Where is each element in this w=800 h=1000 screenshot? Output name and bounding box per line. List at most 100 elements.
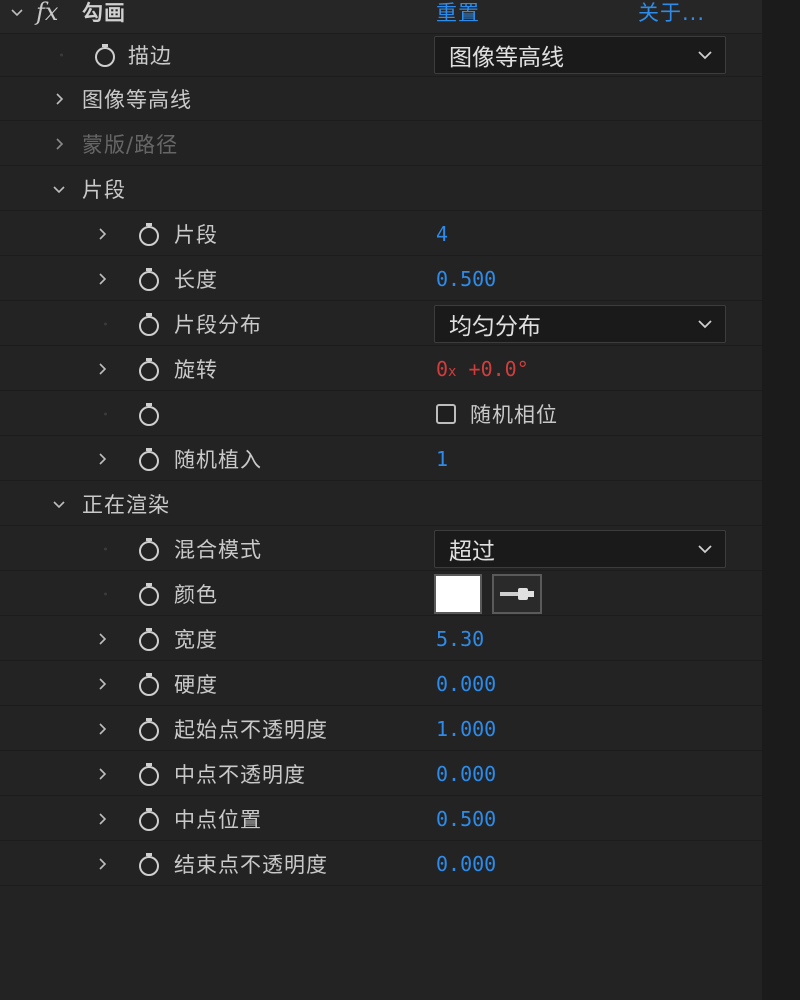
group-row-mask-path[interactable]: 蒙版/路径 <box>0 122 762 166</box>
chevron-right-icon[interactable] <box>95 452 109 466</box>
stroke-dropdown-value: 图像等高线 <box>449 44 564 71</box>
property-label: 硬度 <box>174 672 218 697</box>
group-row-image-contour[interactable]: 图像等高线 <box>0 77 762 121</box>
property-label: 宽度 <box>174 627 218 652</box>
property-value[interactable]: 5.30 <box>436 627 484 651</box>
chevron-right-icon[interactable] <box>95 722 109 736</box>
property-row-segments: 片段 4 <box>0 212 762 256</box>
group-row-segments[interactable]: 片段 <box>0 167 762 211</box>
property-row-random-seed: 随机植入 1 <box>0 437 762 481</box>
chevron-down-icon <box>697 50 713 60</box>
stopwatch-icon[interactable] <box>136 625 162 653</box>
fx-icon[interactable]: fx <box>36 0 58 26</box>
property-value[interactable]: 0.500 <box>436 267 496 291</box>
property-row-mid-opacity: 中点不透明度 0.000 <box>0 752 762 796</box>
property-row-mid-position: 中点位置 0.500 <box>0 797 762 841</box>
stopwatch-icon[interactable] <box>136 670 162 698</box>
property-label: 片段分布 <box>174 312 262 337</box>
rotation-value[interactable]: 0x +0.0° <box>436 357 529 381</box>
property-label: 结束点不透明度 <box>174 852 328 877</box>
chevron-right-icon[interactable] <box>95 632 109 646</box>
chevron-down-icon[interactable] <box>10 5 24 19</box>
stroke-label: 描边 <box>128 43 172 68</box>
property-row-blend-mode: 混合模式 超过 <box>0 527 762 571</box>
distribution-dropdown-value: 均匀分布 <box>449 313 541 340</box>
eyedropper-icon[interactable] <box>492 573 542 614</box>
stopwatch-icon[interactable] <box>136 220 162 248</box>
property-value[interactable]: 0.500 <box>436 807 496 831</box>
property-row-distribution: 片段分布 均匀分布 <box>0 302 762 346</box>
stopwatch-icon[interactable] <box>92 41 118 69</box>
group-label: 蒙版/路径 <box>82 132 179 157</box>
stopwatch-icon[interactable] <box>136 760 162 788</box>
property-label: 长度 <box>174 267 218 292</box>
group-label: 图像等高线 <box>82 87 192 112</box>
chevron-right-icon[interactable] <box>52 137 66 151</box>
stopwatch-icon[interactable] <box>136 715 162 743</box>
chevron-down-icon[interactable] <box>52 497 66 511</box>
effect-controls-panel: fx 勾画 重置 关于... 描边 图像等高线 图像等高线 蒙版/路径 片段 片… <box>0 0 762 1000</box>
property-label: 中点不透明度 <box>174 762 306 787</box>
property-label: 片段 <box>174 222 218 247</box>
property-value[interactable]: 0.000 <box>436 852 496 876</box>
random-phase-label[interactable]: 随机相位 <box>470 399 558 429</box>
property-label: 颜色 <box>174 582 218 607</box>
stopwatch-icon[interactable] <box>136 535 162 563</box>
effect-header-row[interactable]: fx 勾画 重置 关于... <box>0 0 762 34</box>
property-row-start-opacity: 起始点不透明度 1.000 <box>0 707 762 751</box>
chevron-down-icon[interactable] <box>52 182 66 196</box>
property-value[interactable]: 4 <box>436 222 448 246</box>
chevron-right-icon[interactable] <box>95 272 109 286</box>
chevron-down-icon <box>697 544 713 554</box>
stopwatch-icon[interactable] <box>136 580 162 608</box>
blend-mode-dropdown-value: 超过 <box>449 538 495 565</box>
property-value[interactable]: 1.000 <box>436 717 496 741</box>
chevron-right-icon[interactable] <box>95 812 109 826</box>
chevron-right-icon[interactable] <box>95 767 109 781</box>
property-value[interactable]: 0.000 <box>436 762 496 786</box>
stopwatch-icon[interactable] <box>136 265 162 293</box>
property-row-color: 颜色 <box>0 572 762 616</box>
blend-mode-dropdown[interactable]: 超过 <box>434 529 726 568</box>
stroke-dropdown[interactable]: 图像等高线 <box>434 35 726 74</box>
distribution-dropdown[interactable]: 均匀分布 <box>434 304 726 343</box>
group-label: 片段 <box>82 177 126 202</box>
property-row-hardness: 硬度 0.000 <box>0 662 762 706</box>
chevron-right-icon[interactable] <box>95 362 109 376</box>
property-row-width: 宽度 5.30 <box>0 617 762 661</box>
property-label: 中点位置 <box>174 807 262 832</box>
chevron-right-icon[interactable] <box>95 857 109 871</box>
property-row-random-phase: 随机相位 <box>0 392 762 436</box>
property-value[interactable]: 0.000 <box>436 672 496 696</box>
stopwatch-icon[interactable] <box>136 400 162 428</box>
panel-gutter <box>762 0 800 1000</box>
property-row-rotation: 旋转 0x +0.0° <box>0 347 762 391</box>
stopwatch-icon[interactable] <box>136 310 162 338</box>
rotation-x: x <box>448 363 457 380</box>
group-label: 正在渲染 <box>82 492 170 517</box>
reset-link[interactable]: 重置 <box>436 0 480 27</box>
chevron-right-icon[interactable] <box>52 92 66 106</box>
property-row-length: 长度 0.500 <box>0 257 762 301</box>
stopwatch-icon[interactable] <box>136 805 162 833</box>
stopwatch-icon[interactable] <box>136 355 162 383</box>
chevron-down-icon <box>697 319 713 329</box>
chevron-right-icon[interactable] <box>95 227 109 241</box>
property-label: 起始点不透明度 <box>174 717 328 742</box>
random-phase-checkbox[interactable] <box>436 403 456 424</box>
rotation-turns[interactable]: 0 <box>436 357 448 381</box>
chevron-right-icon[interactable] <box>95 677 109 691</box>
property-label: 随机植入 <box>174 447 262 472</box>
effect-name: 勾画 <box>82 0 126 25</box>
about-link[interactable]: 关于... <box>638 0 705 27</box>
rotation-degrees[interactable]: +0.0° <box>469 357 529 381</box>
color-swatch[interactable] <box>434 573 482 614</box>
stopwatch-icon[interactable] <box>136 445 162 473</box>
property-value[interactable]: 1 <box>436 447 448 471</box>
property-row-stroke: 描边 图像等高线 <box>0 33 762 77</box>
property-label: 混合模式 <box>174 537 262 562</box>
stopwatch-icon[interactable] <box>136 850 162 878</box>
group-row-rendering[interactable]: 正在渲染 <box>0 482 762 526</box>
property-row-end-opacity: 结束点不透明度 0.000 <box>0 842 762 886</box>
property-label: 旋转 <box>174 357 218 382</box>
